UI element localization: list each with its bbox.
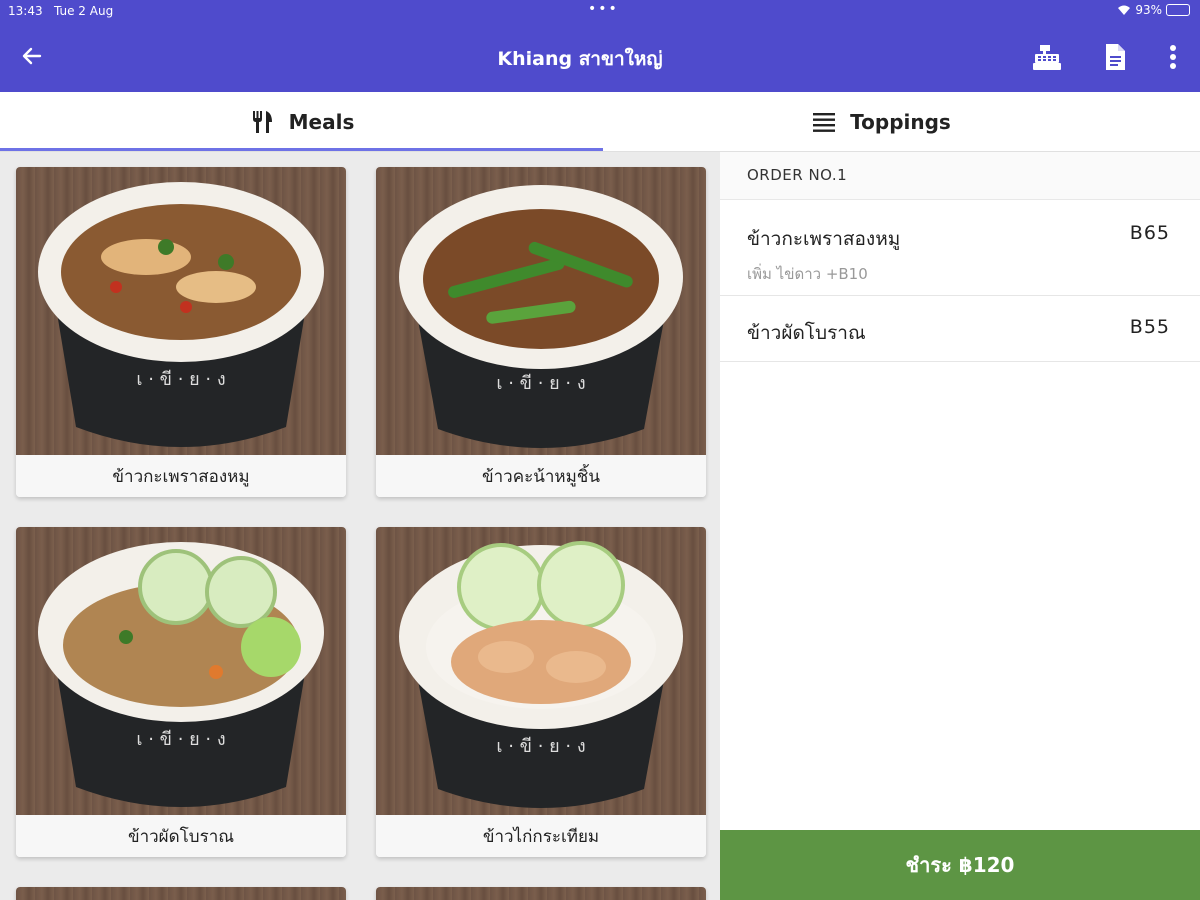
food-photo: เ · ขี · ย · ง	[16, 167, 346, 455]
page-title: Khiang สาขาใหญ่	[497, 48, 663, 70]
pay-button[interactable]: ชำระ ฿120	[720, 830, 1200, 900]
tab-toppings-label: Toppings	[850, 110, 951, 134]
status-date: Tue 2 Aug	[54, 4, 114, 18]
food-photo: เ · ขี · ย · ง	[376, 167, 706, 455]
battery-percent: 93%	[1135, 3, 1162, 17]
svg-text:เ · ขี · ย · ง: เ · ขี · ย · ง	[136, 729, 225, 750]
order-line-note: เพิ่ม ไข่ดาว +B10	[747, 265, 868, 283]
menu-item-name: ข้าวไก่กระเทียม	[376, 815, 706, 857]
svg-text:เ · ขี · ย · ง: เ · ขี · ย · ง	[496, 373, 585, 394]
multitask-dots-icon[interactable]: •••	[588, 1, 619, 17]
order-line-name: ข้าวกะเพราสองหมู	[747, 228, 901, 250]
status-time: 13:43	[8, 4, 43, 18]
tab-bar: Meals Toppings	[0, 92, 1200, 152]
order-line-price: B65	[1129, 222, 1170, 244]
order-number: ORDER NO.1	[747, 166, 848, 184]
menu-item-card[interactable]: เ · ขี · ย · ง ข้าวไก่กระเทียม	[376, 527, 706, 857]
fork-knife-icon	[252, 111, 272, 133]
app-bar: 13:43 Tue 2 Aug ••• 93% Khiang สาขาใหญ่	[0, 0, 1200, 92]
wifi-icon	[1118, 5, 1131, 15]
tab-indicator	[0, 148, 603, 151]
menu-item-card[interactable]: เ · ขี · ย · ง ข้าวคะน้าหมูชิ้น	[376, 167, 706, 497]
tab-meals-label: Meals	[288, 110, 355, 134]
food-photo: เ · ขี · ย · ง	[376, 527, 706, 815]
food-photo	[16, 887, 346, 900]
order-line-price: B55	[1129, 316, 1170, 338]
food-photo: เ · ขี · ย · ง	[16, 527, 346, 815]
more-vertical-icon[interactable]	[1158, 42, 1188, 72]
menu-item-card[interactable]	[16, 887, 346, 900]
menu-item-name: ข้าวกะเพราสองหมู	[16, 455, 346, 497]
cash-register-icon[interactable]	[1032, 42, 1062, 72]
food-photo	[376, 887, 706, 900]
order-line[interactable]: ข้าวผัดโบราณ B55	[720, 296, 1200, 362]
menu-item-card[interactable]: เ · ขี · ย · ง ข้าวผัดโบราณ	[16, 527, 346, 857]
menu-item-card[interactable]	[376, 887, 706, 900]
menu-list-icon	[813, 113, 836, 132]
status-bar: 13:43 Tue 2 Aug ••• 93%	[0, 0, 1200, 24]
menu-item-name: ข้าวคะน้าหมูชิ้น	[376, 455, 706, 497]
battery-icon	[1166, 4, 1190, 16]
receipt-document-icon[interactable]	[1100, 42, 1130, 72]
menu-item-name: ข้าวผัดโบราณ	[16, 815, 346, 857]
svg-text:เ · ขี · ย · ง: เ · ขี · ย · ง	[136, 369, 225, 390]
menu-item-card[interactable]: เ · ขี · ย · ง ข้าวกะเพราสองหมู	[16, 167, 346, 497]
svg-text:เ · ขี · ย · ง: เ · ขี · ย · ง	[496, 736, 585, 757]
order-panel: ORDER NO.1 ข้าวกะเพราสองหมู B65 เพิ่ม ไข…	[720, 152, 1200, 900]
order-header: ORDER NO.1	[720, 152, 1200, 200]
order-line[interactable]: ข้าวกะเพราสองหมู B65 เพิ่ม ไข่ดาว +B10	[720, 200, 1200, 296]
tab-meals[interactable]: Meals	[0, 92, 603, 152]
order-line-name: ข้าวผัดโบราณ	[747, 322, 866, 344]
tab-toppings[interactable]: Toppings	[580, 92, 1183, 152]
menu-grid: เ · ขี · ย · ง ข้าวกะเพราสองหมู เ · ขี ·…	[0, 152, 720, 900]
